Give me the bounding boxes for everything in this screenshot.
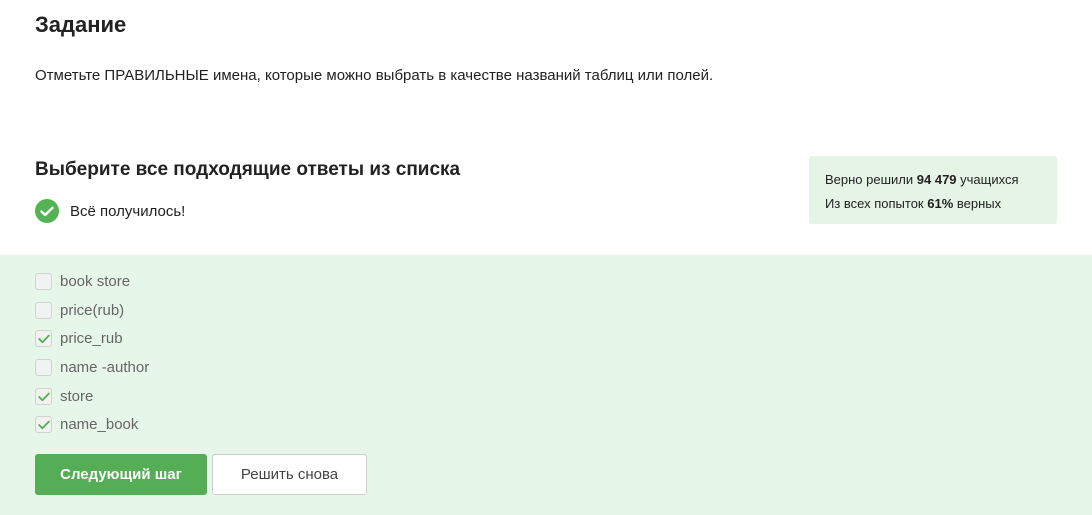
stats-attempts-prefix: Из всех попыток	[825, 196, 928, 211]
stats-solved: Верно решили 94 479 учащихся	[825, 168, 1057, 192]
stats-attempts: Из всех попыток 61% верных	[825, 192, 1057, 216]
checkbox[interactable]	[35, 302, 52, 319]
question-title: Выберите все подходящие ответы из списка	[35, 159, 461, 180]
option-item[interactable]: book store	[35, 273, 130, 290]
stats-attempts-percent: 61%	[927, 196, 954, 211]
task-text: Отметьте ПРАВИЛЬНЫЕ имена, которые можно…	[35, 67, 714, 84]
option-label: price_rub	[60, 330, 123, 347]
option-label: book store	[60, 273, 131, 290]
option-label: price(rub)	[60, 302, 125, 319]
success-text: Всё получилось!	[70, 202, 186, 220]
stats-attempts-suffix: верных	[953, 196, 1002, 211]
checkmark-icon	[37, 420, 50, 429]
option-label: store	[60, 388, 94, 405]
check-circle-icon	[35, 199, 59, 223]
option-label: name -author	[60, 359, 150, 376]
checkbox[interactable]	[35, 416, 52, 433]
solve-again-button[interactable]: Решить снова	[212, 454, 367, 495]
stats-solved-count: 94 479	[916, 172, 957, 187]
option-item[interactable]: price(rub)	[35, 302, 124, 319]
option-item[interactable]: store	[35, 388, 93, 405]
stats-solved-prefix: Верно решили	[825, 172, 917, 187]
stats-solved-suffix: учащихся	[956, 172, 1019, 187]
answer-panel: book store price(rub) price_rub name -au…	[0, 255, 1092, 515]
option-label: name_book	[60, 416, 139, 433]
checkbox[interactable]	[35, 273, 52, 290]
checkbox[interactable]	[35, 330, 52, 347]
checkbox[interactable]	[35, 388, 52, 405]
option-item[interactable]: name_book	[35, 416, 138, 433]
success-status: Всё получилось!	[35, 199, 185, 223]
checkmark-icon	[37, 392, 50, 401]
stats-box: Верно решили 94 479 учащихся Из всех поп…	[809, 156, 1057, 224]
task-title: Задание	[35, 12, 127, 37]
checkbox[interactable]	[35, 359, 52, 376]
option-item[interactable]: name -author	[35, 359, 149, 376]
checkmark-icon	[37, 334, 50, 343]
option-item[interactable]: price_rub	[35, 330, 123, 347]
next-step-button[interactable]: Следующий шаг	[35, 454, 207, 495]
